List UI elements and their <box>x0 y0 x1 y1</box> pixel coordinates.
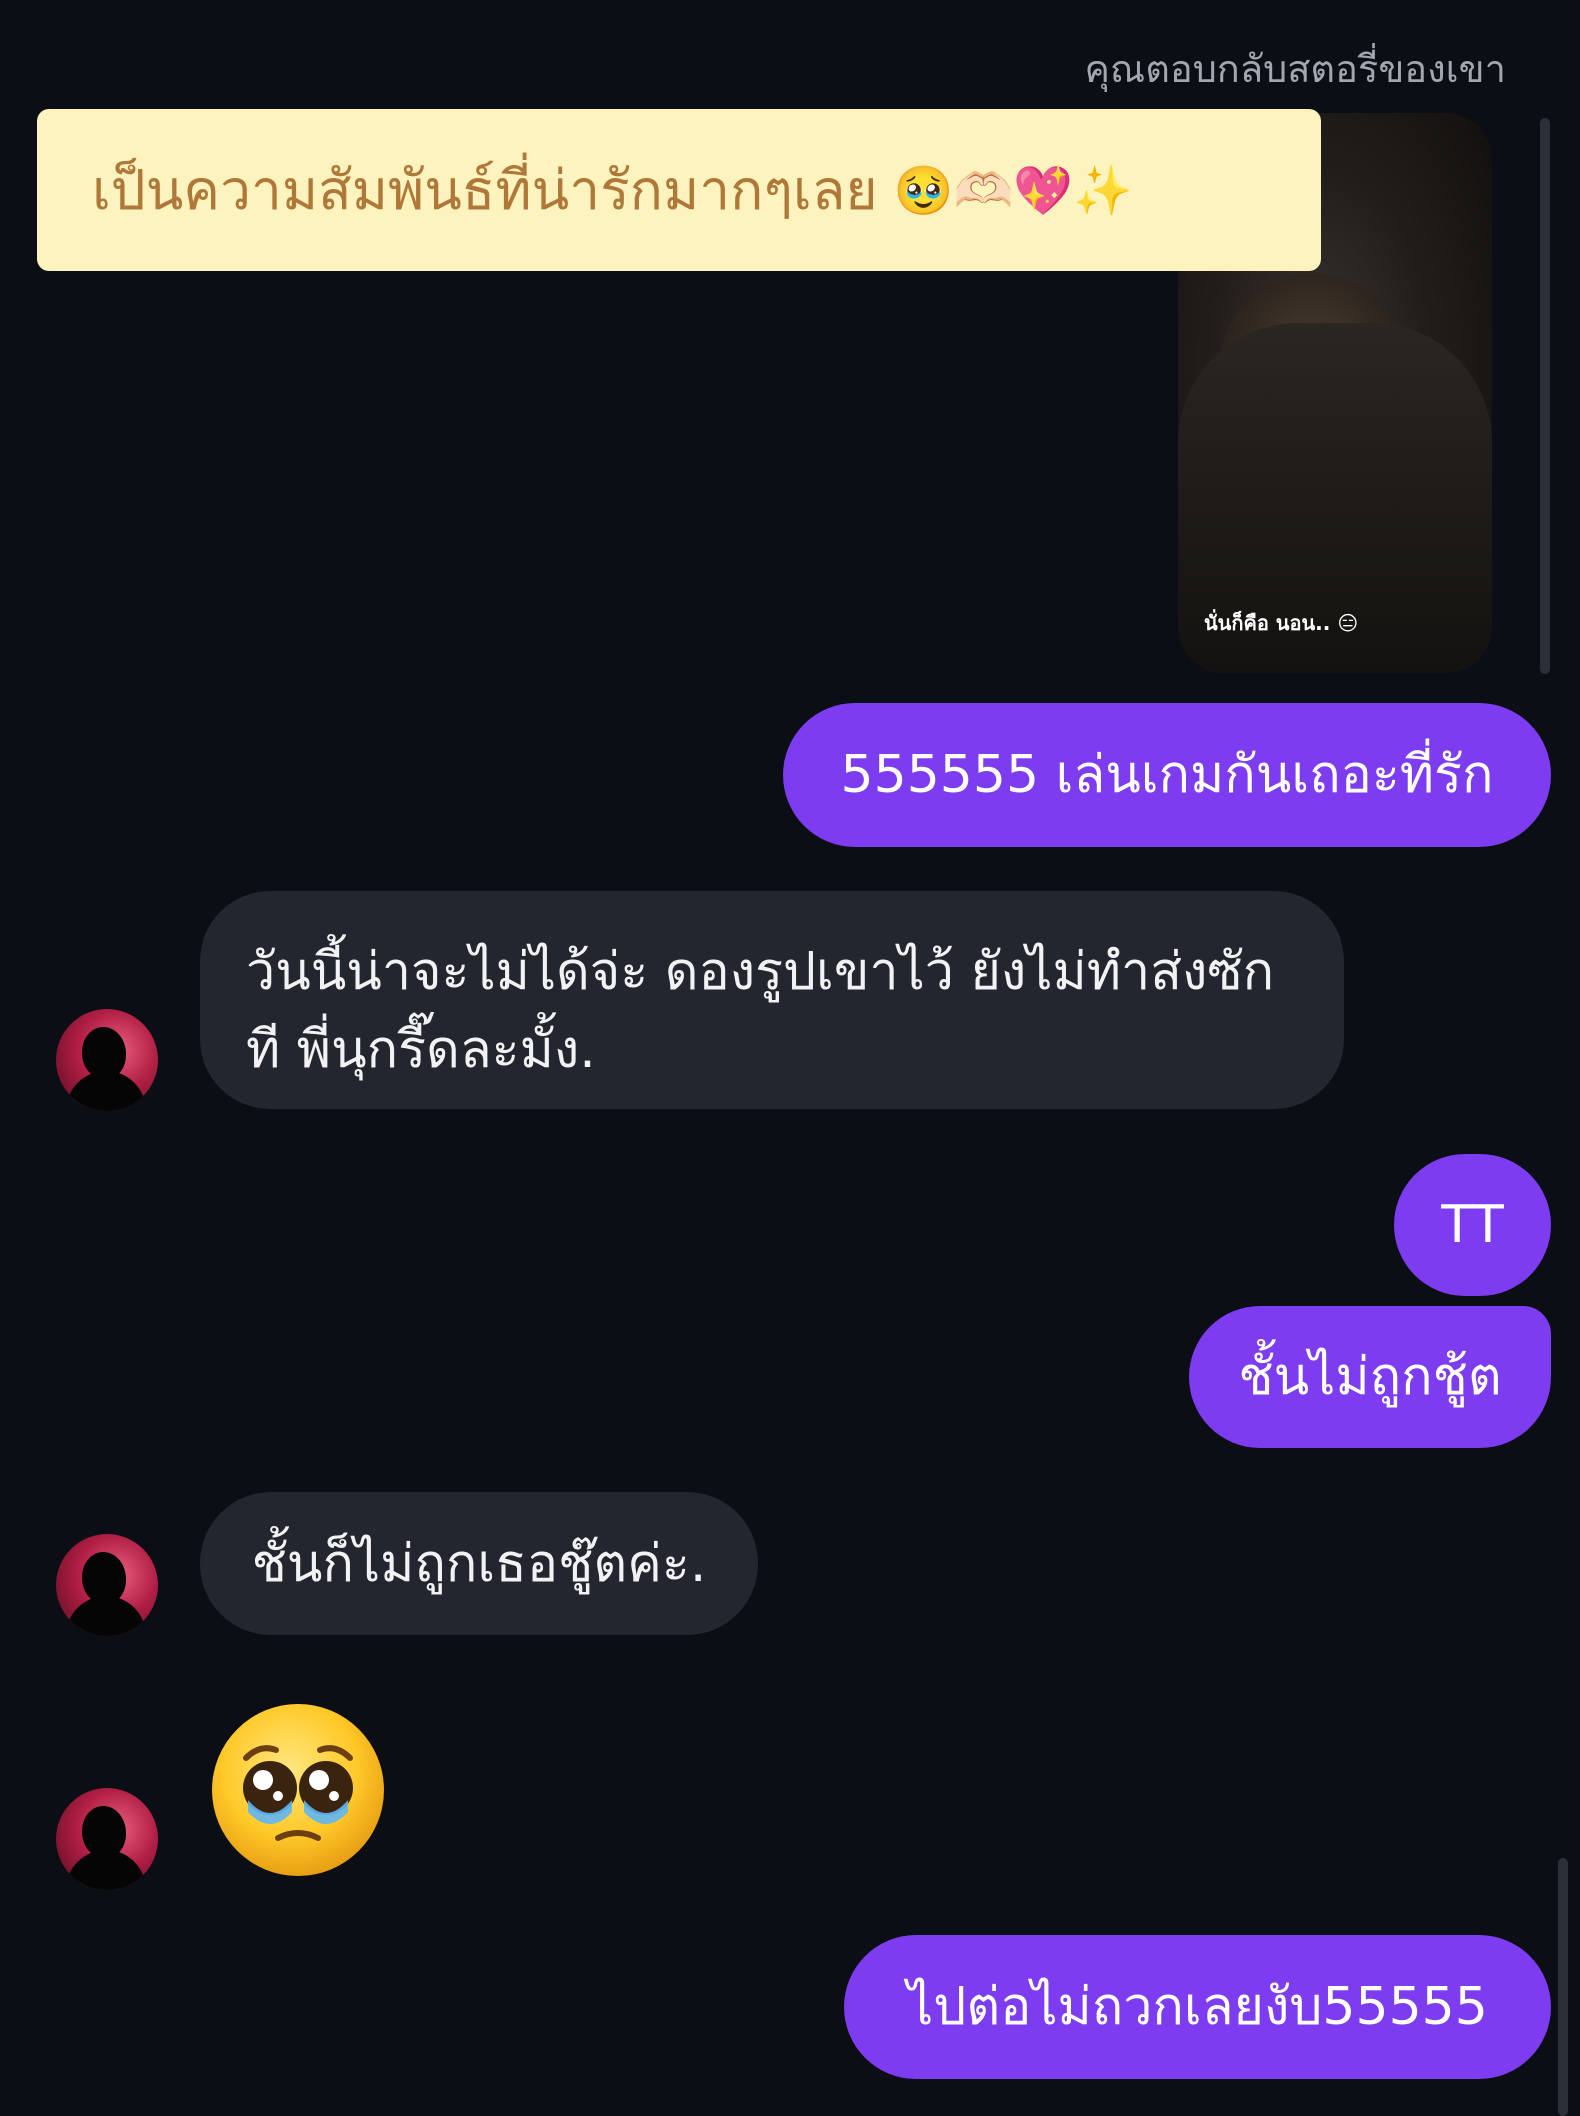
outgoing-message[interactable]: ไปต่อไม่ถวกเลยงับ55555 <box>844 1935 1551 2079</box>
scrollbar-story[interactable] <box>1540 118 1550 674</box>
overlay-caption-text: เป็นความสัมพันธ์ที่น่ารักมากๆเลย <box>92 157 878 222</box>
contact-avatar-icon[interactable] <box>56 1009 158 1111</box>
pleading-face-emoji-icon <box>212 1704 384 1876</box>
contact-avatar-icon[interactable] <box>56 1534 158 1636</box>
incoming-message[interactable]: วันนี้น่าจะไม่ได้จ่ะ ดองรูปเขาไว้ ยังไม่… <box>200 891 1344 1109</box>
story-reply-label: คุณตอบกลับสตอรี่ของเขา <box>1084 47 1506 91</box>
outgoing-message[interactable]: TT <box>1394 1154 1551 1296</box>
outgoing-message[interactable]: 555555 เล่นเกมกันเถอะที่รัก <box>783 703 1551 847</box>
incoming-emoji-message[interactable] <box>208 1700 388 1880</box>
outgoing-message[interactable]: ชั้นไม่ถูกชู้ต <box>1189 1306 1551 1448</box>
contact-avatar-icon[interactable] <box>56 1788 158 1890</box>
scrollbar-chat[interactable] <box>1558 1858 1568 2116</box>
overlay-caption-banner: เป็นความสัมพันธ์ที่น่ารักมากๆเลย 🥹🫶🏻💖✨ <box>37 109 1321 271</box>
story-caption: นั่นก็คือ นอน.. 😑 <box>1204 611 1359 635</box>
incoming-message[interactable]: ชั้นก็ไม่ถูกเธอชู๊ตค่ะ. <box>200 1492 758 1635</box>
overlay-caption-emojis: 🥹🫶🏻💖✨ <box>893 162 1133 219</box>
